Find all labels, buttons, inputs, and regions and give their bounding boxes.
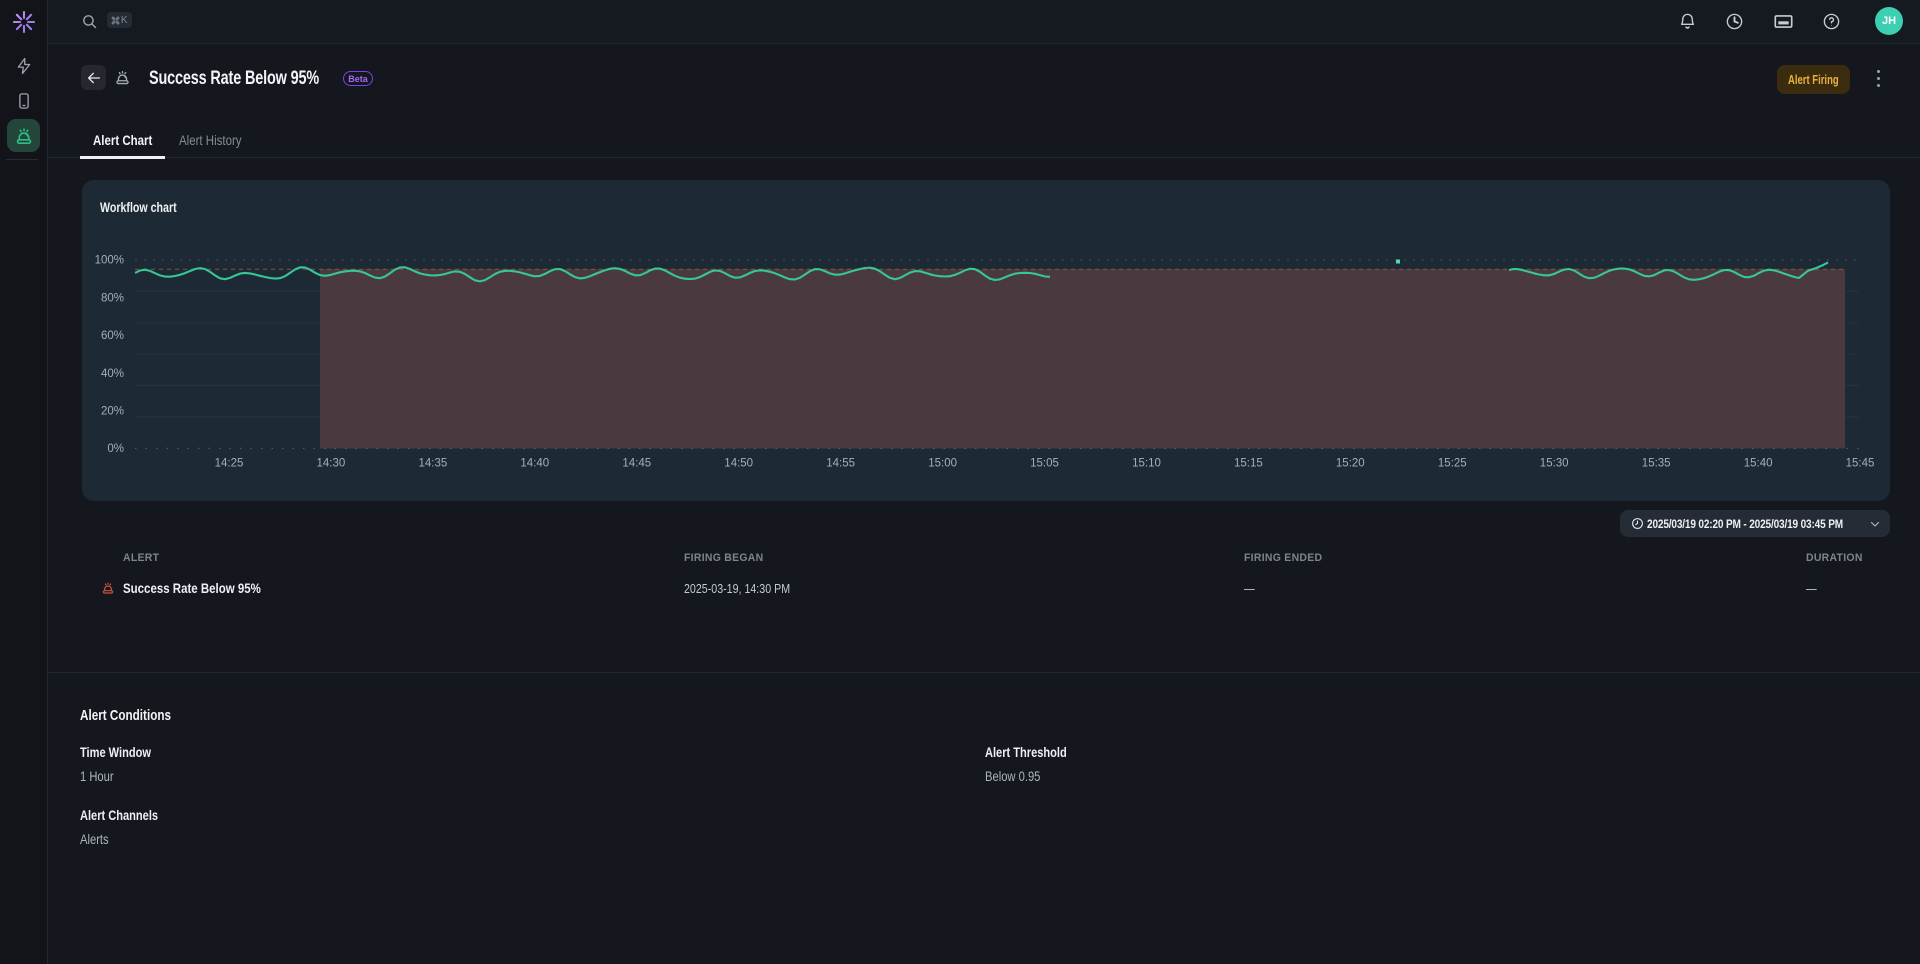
svg-text:15:40: 15:40 bbox=[1744, 458, 1773, 470]
svg-text:20%: 20% bbox=[101, 406, 124, 418]
svg-text:100%: 100% bbox=[95, 255, 124, 267]
svg-text:80%: 80% bbox=[101, 292, 124, 304]
svg-text:15:25: 15:25 bbox=[1438, 458, 1467, 470]
svg-text:15:30: 15:30 bbox=[1540, 458, 1569, 470]
svg-text:15:45: 15:45 bbox=[1846, 458, 1875, 470]
svg-text:14:40: 14:40 bbox=[520, 458, 549, 470]
svg-text:14:30: 14:30 bbox=[317, 458, 346, 470]
svg-text:15:00: 15:00 bbox=[928, 458, 957, 470]
svg-text:14:35: 14:35 bbox=[419, 458, 448, 470]
svg-text:15:05: 15:05 bbox=[1030, 458, 1059, 470]
svg-text:0%: 0% bbox=[107, 443, 124, 455]
svg-text:60%: 60% bbox=[101, 330, 124, 342]
svg-text:15:15: 15:15 bbox=[1234, 458, 1263, 470]
svg-text:14:55: 14:55 bbox=[826, 458, 855, 470]
svg-text:40%: 40% bbox=[101, 368, 124, 380]
svg-text:14:50: 14:50 bbox=[724, 458, 753, 470]
svg-text:15:10: 15:10 bbox=[1132, 458, 1161, 470]
svg-text:15:35: 15:35 bbox=[1642, 458, 1671, 470]
svg-text:15:20: 15:20 bbox=[1336, 458, 1365, 470]
svg-text:14:25: 14:25 bbox=[215, 458, 244, 470]
svg-text:14:45: 14:45 bbox=[622, 458, 651, 470]
